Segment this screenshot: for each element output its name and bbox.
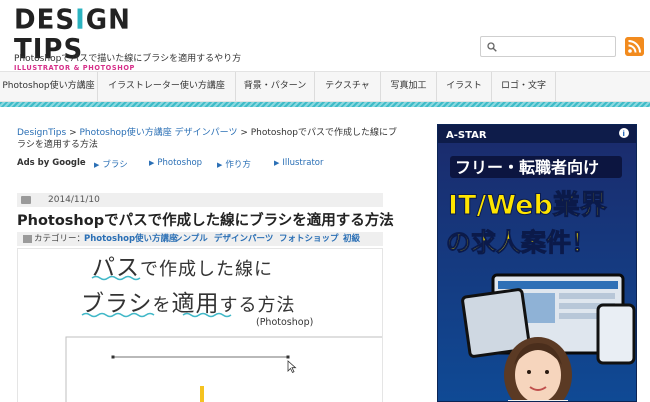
ad-link-brush[interactable]: ▶ ブラシ — [94, 158, 128, 170]
category-tag[interactable]: デザインパーツ — [214, 232, 273, 246]
nav-item-label: 写真加工 — [390, 81, 427, 91]
category-tag[interactable]: フォトショップ — [279, 232, 339, 246]
nav-item-label: ロゴ・文字 — [500, 81, 546, 91]
nav-item-label: イラスト — [446, 81, 482, 91]
nav-item-illustrator[interactable]: イラストレーター使い方講座 — [98, 72, 236, 101]
ad-link-photoshop[interactable]: ▶ Photoshop — [149, 158, 202, 168]
hero-text-line1: で作成した線に — [140, 259, 273, 280]
nav-item-photo-edit[interactable]: 写真加工 — [381, 72, 437, 101]
post-title[interactable]: Photoshopでパスで作成した線にブラシを適用する方法 — [17, 209, 394, 230]
play-triangle-icon: ▶ — [217, 161, 223, 169]
post-category-bar: カテゴリー： Photoshop使い方講座 シンプル デザインパーツ フォトショ… — [17, 232, 383, 246]
nav-item-background-pattern[interactable]: 背景・パターン — [236, 72, 315, 101]
svg-text:パスで作成した線に: パスで作成した線に — [92, 255, 273, 281]
ad-link-illustrator[interactable]: ▶ Illustrator — [274, 158, 324, 168]
ad-headline-2: IT/Web業界 — [448, 190, 607, 221]
post-date: 2014/11/10 — [48, 195, 100, 205]
sidebar-ad-banner[interactable]: A-STAR i フリー・転職者向け IT/Web業界 の求人案件！ — [437, 124, 637, 402]
ad-link-label: Photoshop — [157, 158, 203, 168]
nav-item-label: Photoshop使い方講座 — [2, 81, 95, 91]
rss-icon[interactable] — [625, 37, 644, 56]
ad-headline-1: フリー・転職者向け — [455, 158, 599, 177]
category-tag[interactable]: 初級 — [343, 232, 360, 246]
post-date-bar: 2014/11/10 — [17, 193, 383, 207]
play-triangle-icon: ▶ — [274, 159, 280, 167]
category-tag[interactable]: Photoshop使い方講座 — [84, 232, 178, 246]
folder-icon — [23, 235, 32, 243]
hero-subtitle: (Photoshop) — [256, 317, 313, 328]
hero-text-apply: 適用 — [172, 291, 220, 317]
category-label: カテゴリー： — [34, 234, 86, 244]
nav-item-label: 背景・パターン — [243, 81, 307, 91]
site-tagline: Photoshopでパスで描いた線にブラシを適用するやり方 — [14, 54, 242, 64]
post-hero-image: パスで作成した線に ブラシを適用する方法 (Photoshop) — [17, 248, 383, 402]
ad-link-howto[interactable]: ▶ 作り方 — [217, 158, 251, 170]
play-triangle-icon: ▶ — [149, 159, 155, 167]
ad-link-label: Illustrator — [282, 158, 324, 168]
logo-title-part-a: DES — [14, 4, 76, 37]
hero-text-method: する方法 — [220, 295, 296, 316]
ad-link-label: ブラシ — [102, 160, 128, 170]
hero-text-path: パス — [92, 255, 140, 281]
site-logo[interactable]: DESIGN TIPS ILLUSTRATOR & PHOTOSHOP TUTO… — [14, 4, 184, 80]
breadcrumb-home-link[interactable]: DesignTips — [17, 128, 66, 138]
ad-brand: A-STAR — [446, 130, 487, 141]
folder-icon — [21, 196, 31, 204]
nav-item-photoshop[interactable]: Photoshop使い方講座 — [0, 72, 98, 101]
search-icon[interactable] — [487, 42, 497, 52]
breadcrumb: DesignTips > Photoshop使い方講座 デザインパーツ > Ph… — [17, 127, 402, 151]
breadcrumb-category-link[interactable]: Photoshop使い方講座 — [79, 128, 171, 138]
category-tag[interactable]: シンプル — [174, 232, 208, 246]
play-triangle-icon: ▶ — [94, 161, 100, 169]
ad-info-icon[interactable]: i — [623, 130, 625, 138]
nav-accent-stripe — [0, 102, 650, 107]
svg-text:ブラシを適用する方法: ブラシを適用する方法 — [81, 291, 296, 317]
nav-item-label: テクスチャ — [325, 81, 370, 91]
hero-text-brush: ブラシ — [81, 291, 153, 317]
main-nav: Photoshop使い方講座 イラストレーター使い方講座 背景・パターン テクス… — [0, 71, 650, 102]
logo-title-i: I — [75, 4, 86, 37]
nav-item-texture[interactable]: テクスチャ — [315, 72, 381, 101]
ad-headline-3: の求人案件！ — [446, 228, 596, 257]
nav-item-label: イラストレーター使い方講座 — [108, 81, 225, 91]
hero-text-wo: を — [153, 295, 172, 316]
breadcrumb-separator: > — [237, 128, 251, 138]
ads-label[interactable]: Ads by Google — [17, 158, 86, 168]
nav-item-logo-text[interactable]: ロゴ・文字 — [492, 72, 556, 101]
search-input[interactable] — [480, 36, 616, 57]
ad-link-label: 作り方 — [225, 160, 251, 170]
breadcrumb-category-link-2[interactable]: デザインパーツ — [175, 128, 238, 138]
breadcrumb-separator: > — [66, 128, 80, 138]
site-header: DESIGN TIPS ILLUSTRATOR & PHOTOSHOP TUTO… — [0, 0, 650, 80]
nav-item-illust[interactable]: イラスト — [437, 72, 492, 101]
